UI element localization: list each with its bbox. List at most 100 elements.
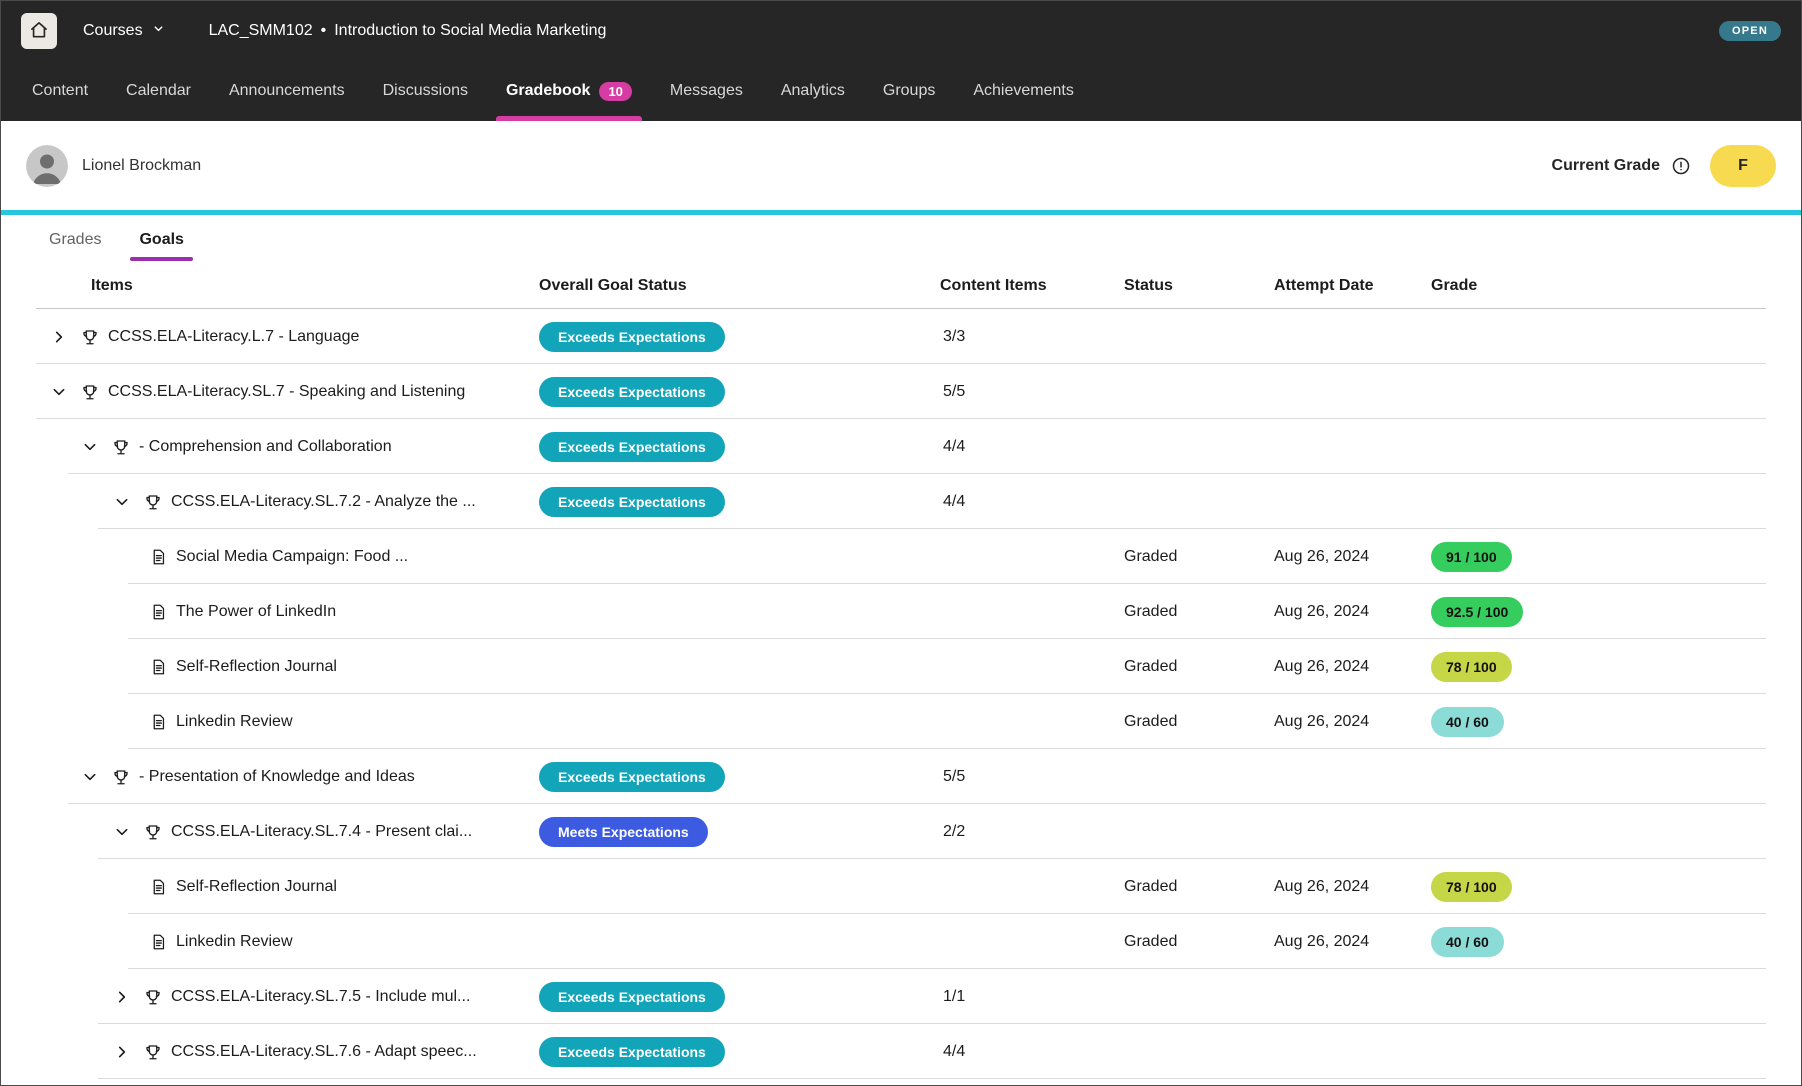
nav-item-label: Messages [670,82,743,100]
items-cell: CCSS.ELA-Literacy.SL.7.2 - Analyze the .… [36,489,539,515]
grade-cell: 40 / 60 [1431,707,1766,737]
row-label: CCSS.ELA-Literacy.SL.7.5 - Include mul..… [171,988,470,1006]
items-cell: CCSS.ELA-Literacy.L.7 - Language [36,324,539,350]
goal-status-badge: Exceeds Expectations [539,982,725,1012]
nav-item-analytics[interactable]: Analytics [762,61,864,121]
grade-cell: 92.5 / 100 [1431,597,1766,627]
document-icon [150,658,167,676]
grade-pill: 92.5 / 100 [1431,597,1523,627]
status-cell: Graded [1124,658,1274,676]
nav-item-announcements[interactable]: Announcements [210,61,364,121]
tab-goals[interactable]: Goals [137,217,185,263]
goal-row: CCSS.ELA-Literacy.SL.7.5 - Include mul..… [36,969,1766,1024]
expand-chevron-icon[interactable] [46,324,72,350]
chevron-down-icon [152,22,165,40]
attempt-date-cell: Aug 26, 2024 [1274,548,1431,566]
goals-table: Items Overall Goal Status Content Items … [36,263,1766,1086]
home-icon [29,20,49,43]
items-cell: Self-Reflection Journal [36,878,539,896]
content-items-count: 4/4 [940,1043,1124,1061]
course-title: LAC_SMM102 • Introduction to Social Medi… [209,22,607,40]
gradebook-subtabs: Grades Goals [1,217,1801,263]
grade-info-icon[interactable] [1671,156,1691,176]
status-cell: Graded [1124,713,1274,731]
goal-status-badge: Exceeds Expectations [539,487,725,517]
grade-cell: 40 / 60 [1431,927,1766,957]
nav-item-achievements[interactable]: Achievements [954,61,1093,121]
items-cell: CCSS.ELA-Literacy.SL.7.6 - Adapt speec..… [36,1039,539,1065]
goal-row: - Comprehension and CollaborationExceeds… [36,419,1766,474]
document-icon [150,603,167,621]
row-label: CCSS.ELA-Literacy.SL.7 - Speaking and Li… [108,383,465,401]
content-items-count: 1/1 [940,988,1124,1006]
collapse-chevron-icon[interactable] [77,434,103,460]
goal-row: MA.ELA-Literacy.R.PK - ReadingExceeds Ex… [36,1079,1766,1086]
nav-item-label: Achievements [973,82,1074,100]
goal-row: - Presentation of Knowledge and IdeasExc… [36,749,1766,804]
courses-menu[interactable]: Courses [83,22,165,40]
attempt-date-cell: Aug 26, 2024 [1274,603,1431,621]
collapse-chevron-icon[interactable] [109,819,135,845]
avatar [26,145,68,187]
expand-chevron-icon[interactable] [109,1039,135,1065]
grade-pill: 40 / 60 [1431,927,1504,957]
column-header-overall-goal-status: Overall Goal Status [539,277,940,295]
status-cell: Graded [1124,603,1274,621]
expand-chevron-icon[interactable] [109,984,135,1010]
nav-item-calendar[interactable]: Calendar [107,61,210,121]
document-icon [150,878,167,896]
content-items-count: 5/5 [940,768,1124,786]
goal-status-badge: Exceeds Expectations [539,432,725,462]
collapse-chevron-icon[interactable] [109,489,135,515]
content-item-row: Social Media Campaign: Food ...GradedAug… [36,529,1766,584]
nav-item-groups[interactable]: Groups [864,61,954,121]
row-label: CCSS.ELA-Literacy.SL.7.6 - Adapt speec..… [171,1043,477,1061]
content-items-count: 5/5 [940,383,1124,401]
nav-item-gradebook[interactable]: Gradebook10 [487,61,651,121]
content-item-row: Linkedin ReviewGradedAug 26, 202440 / 60 [36,914,1766,969]
items-cell: Linkedin Review [36,933,539,951]
nav-item-messages[interactable]: Messages [651,61,762,121]
row-label: CCSS.ELA-Literacy.SL.7.2 - Analyze the .… [171,493,476,511]
items-cell: CCSS.ELA-Literacy.SL.7.5 - Include mul..… [36,984,539,1010]
student-header: Lionel Brockman Current Grade F [1,121,1801,210]
goal-row: CCSS.ELA-Literacy.L.7 - LanguageExceeds … [36,309,1766,364]
goal-row: CCSS.ELA-Literacy.SL.7.4 - Present clai.… [36,804,1766,859]
row-label: Self-Reflection Journal [176,658,337,676]
overall-goal-status-cell: Exceeds Expectations [539,377,940,407]
goal-status-badge: Meets Expectations [539,817,708,847]
home-button[interactable] [21,13,57,49]
column-header-grade: Grade [1431,277,1766,295]
goal-status-badge: Exceeds Expectations [539,377,725,407]
course-name: Introduction to Social Media Marketing [334,22,606,40]
goal-trophy-icon [144,1043,162,1061]
nav-item-content[interactable]: Content [13,61,107,121]
cyan-divider [1,210,1801,215]
table-body: CCSS.ELA-Literacy.L.7 - Language Exceeds … [36,309,1766,1086]
items-cell: Linkedin Review [36,713,539,731]
collapse-chevron-icon[interactable] [77,764,103,790]
nav-item-count-badge: 10 [599,82,631,101]
content-item-row: The Power of LinkedIn GradedAug 26, 20249… [36,584,1766,639]
collapse-chevron-icon[interactable] [46,379,72,405]
content-items-count: 3/3 [940,328,1124,346]
goal-row: CCSS.ELA-Literacy.SL.7.2 - Analyze the .… [36,474,1766,529]
attempt-date-cell: Aug 26, 2024 [1274,878,1431,896]
grade-cell: 78 / 100 [1431,652,1766,682]
goal-trophy-icon [112,768,130,786]
overall-goal-status-cell: Exceeds Expectations [539,487,940,517]
grade-pill: 78 / 100 [1431,652,1512,682]
overall-goal-status-cell: Exceeds Expectations [539,432,940,462]
content-items-count: 2/2 [940,823,1124,841]
column-header-content-items: Content Items [940,277,1124,295]
open-status-badge: OPEN [1719,21,1781,41]
current-grade-pill[interactable]: F [1710,145,1776,187]
status-cell: Graded [1124,878,1274,896]
items-cell: CCSS.ELA-Literacy.SL.7.4 - Present clai.… [36,819,539,845]
tab-grades[interactable]: Grades [47,217,103,263]
nav-item-discussions[interactable]: Discussions [364,61,487,121]
items-cell: The Power of LinkedIn [36,603,539,621]
nav-item-label: Discussions [383,82,468,100]
row-label: CCSS.ELA-Literacy.SL.7.4 - Present clai.… [171,823,472,841]
items-cell: - Comprehension and Collaboration [36,434,539,460]
